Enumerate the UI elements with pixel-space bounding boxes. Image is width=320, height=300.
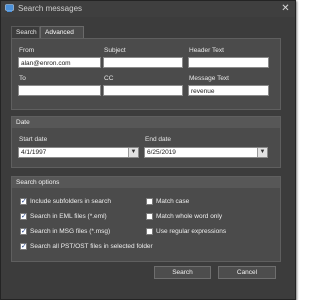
search-options-title: Search options [12, 177, 280, 188]
start-date-value: 4/1/1997 [21, 149, 47, 156]
close-icon[interactable]: ✕ [280, 3, 291, 14]
subject-field[interactable] [103, 57, 183, 68]
search-app-icon [5, 4, 14, 12]
cancel-button[interactable]: Cancel [218, 266, 276, 279]
from-label: From [19, 47, 35, 54]
to-label: To [19, 75, 26, 82]
search-messages-dialog: Search messages ✕ Search Advanced From a… [0, 0, 296, 300]
option-label: Match case [156, 198, 190, 205]
tab-advanced[interactable]: Advanced [40, 26, 84, 38]
from-field[interactable]: alan@enron.com [18, 57, 101, 68]
option-label: Include subfolders in search [30, 198, 111, 205]
start-date-picker[interactable]: 4/1/1997 ▼ [18, 147, 139, 158]
end-date-value: 6/25/2019 [147, 149, 176, 156]
end-date-label: End date [145, 136, 172, 143]
end-date-picker[interactable]: 6/25/2019 ▼ [144, 147, 268, 158]
title-bar[interactable]: Search messages ✕ [1, 1, 295, 17]
message-text-label: Message Text [189, 75, 229, 82]
header-text-field[interactable] [188, 57, 269, 68]
chevron-down-icon[interactable]: ▼ [128, 148, 138, 157]
checkbox-checked-icon[interactable]: ✓ [20, 198, 27, 205]
search-button[interactable]: Search [154, 266, 211, 279]
to-field[interactable] [18, 85, 101, 96]
start-date-label: Start date [19, 136, 48, 143]
option-label: Match whole word only [156, 213, 223, 220]
message-text-field[interactable]: revenue [188, 85, 269, 96]
cc-label: CC [104, 75, 114, 82]
checkbox-checked-icon[interactable]: ✓ [20, 213, 27, 220]
subject-label: Subject [104, 47, 126, 54]
search-options-section: Search options ✓ Include subfolders in s… [11, 176, 281, 262]
checkbox-checked-icon[interactable]: ✓ [20, 243, 27, 250]
chevron-down-icon[interactable]: ▼ [257, 148, 267, 157]
option-label: Search in MSG files (*.msg) [30, 228, 111, 235]
checkbox-unchecked-icon[interactable] [146, 198, 153, 205]
checkbox-unchecked-icon[interactable] [146, 228, 153, 235]
date-section: Date Start date 4/1/1997 ▼ End date 6/25… [11, 116, 281, 168]
date-section-title: Date [12, 117, 280, 128]
option-label: Search in EML files (*.eml) [30, 213, 107, 220]
checkbox-unchecked-icon[interactable] [146, 213, 153, 220]
tab-search[interactable]: Search [11, 26, 40, 38]
advanced-panel: From alan@enron.com Subject Header Text … [11, 38, 281, 110]
checkbox-checked-icon[interactable]: ✓ [20, 228, 27, 235]
window-title: Search messages [18, 4, 83, 13]
cc-field[interactable] [103, 85, 183, 96]
header-text-label: Header Text [189, 47, 224, 54]
option-label: Use regular expressions [156, 228, 227, 235]
option-label: Search all PST/OST files in selected fol… [30, 243, 153, 250]
